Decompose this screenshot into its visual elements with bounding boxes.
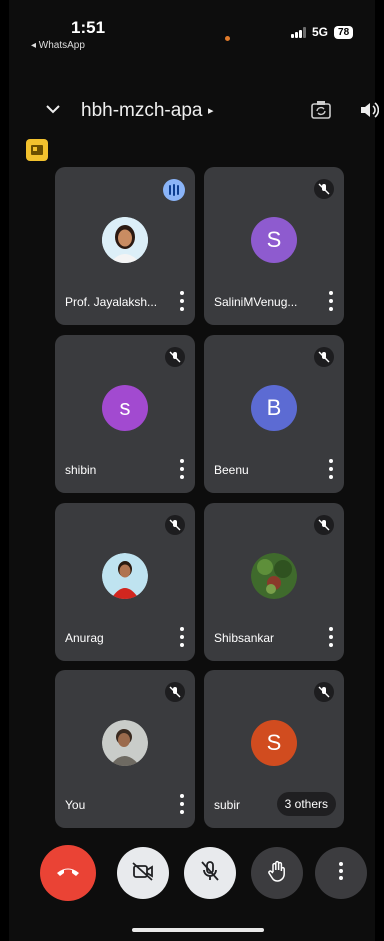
participant-tile[interactable]: Prof. Jayalaksh... [55,167,195,325]
participant-photo-avatar [102,553,148,599]
participant-name: Anurag [65,631,104,645]
participant-tile[interactable]: S subir 3 others [204,670,344,828]
participant-menu-icon[interactable] [179,459,185,479]
switch-camera-icon[interactable] [310,100,332,125]
status-indicators: 5G 78 [291,25,354,39]
privacy-indicator-dot [225,36,230,41]
call-controls [9,845,375,907]
back-to-whatsapp-link[interactable]: ◂ WhatsApp [31,40,85,51]
participant-photo-avatar [251,553,297,599]
mic-off-icon [314,347,334,367]
participant-photo-avatar [102,217,148,263]
camera-toggle-button[interactable] [117,847,169,899]
participant-name: Shibsankar [214,631,275,645]
network-label: 5G [312,25,329,39]
others-count-button[interactable]: 3 others [276,792,336,816]
participant-photo-avatar [102,720,148,766]
chevron-down-icon[interactable] [45,102,61,120]
mic-off-icon [165,515,185,535]
camera-off-icon [131,861,155,886]
raise-hand-button[interactable] [251,847,303,899]
raise-hand-icon [267,860,287,887]
participant-name: subir [214,798,241,812]
mic-off-icon [200,860,220,887]
mic-toggle-button[interactable] [184,847,236,899]
home-indicator[interactable] [132,928,264,932]
participant-menu-icon[interactable] [328,291,334,311]
end-call-icon [55,864,81,883]
meeting-info-arrow-icon[interactable]: ▸ [208,104,214,117]
participant-initial-avatar: S [251,720,297,766]
participant-initial-avatar: S [251,217,297,263]
more-options-button[interactable] [315,847,367,899]
speaker-icon[interactable] [359,100,380,125]
participant-menu-icon[interactable] [179,291,185,311]
battery-level: 78 [334,25,354,39]
participant-name: shibin [65,463,97,477]
participant-tile[interactable]: You [55,670,195,828]
meet-call-screen: 1:51 ◂ WhatsApp 5G 78 hbh-mzch-apa ▸ Pro… [9,0,380,941]
mic-off-icon [314,682,334,702]
meeting-code[interactable]: hbh-mzch-apa [81,100,202,122]
more-options-icon [338,861,344,886]
mic-off-icon [314,179,334,199]
participant-tile[interactable]: B Beenu [204,335,344,493]
participant-name: SaliniMVenug... [214,295,298,309]
mic-off-icon [314,515,334,535]
participant-name: Beenu [214,463,249,477]
mic-off-icon [165,347,185,367]
end-call-button[interactable] [40,845,96,901]
signal-icon [291,26,306,38]
participant-menu-icon[interactable] [328,627,334,647]
mic-off-icon [165,682,185,702]
participant-tile[interactable]: s shibin [55,335,195,493]
participant-initial-avatar: B [251,385,297,431]
participant-menu-icon[interactable] [328,459,334,479]
call-header: hbh-mzch-apa ▸ [9,90,380,130]
speaking-indicator-icon [163,179,185,201]
status-time: 1:51 [71,18,106,37]
participant-menu-icon[interactable] [179,627,185,647]
participant-tile[interactable]: Anurag [55,503,195,661]
participant-initial-avatar: s [102,385,148,431]
participant-tile[interactable]: Shibsankar [204,503,344,661]
participant-tile[interactable]: S SaliniMVenug... [204,167,344,325]
host-controls-badge-icon[interactable] [26,139,48,161]
participant-menu-icon[interactable] [179,794,185,814]
participant-name: You [65,798,86,812]
participant-name: Prof. Jayalaksh... [65,295,158,309]
